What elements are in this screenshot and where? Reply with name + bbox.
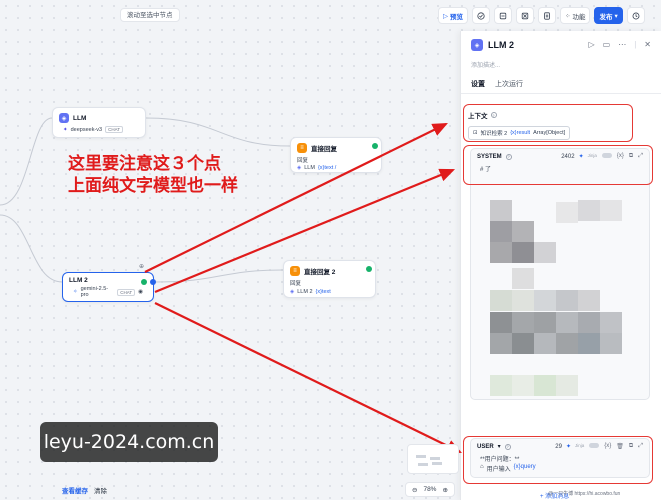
annotation-text: 这里要注意这３个点 上面纯文字模型也一样 bbox=[68, 154, 238, 196]
clear-link[interactable]: 清除 bbox=[94, 485, 107, 495]
view-cache-link[interactable]: 查看缓存 bbox=[62, 485, 88, 495]
zoom-in-icon[interactable]: ⊕ bbox=[442, 486, 447, 494]
site-credit: @一只牛博 https://hi.acowbo.fun bbox=[548, 491, 621, 497]
minimap[interactable] bbox=[407, 444, 459, 474]
zoom-level: 78% bbox=[423, 486, 437, 493]
zoom-control[interactable]: ⊖ 78% ⊕ bbox=[405, 482, 455, 497]
cache-controls: 查看缓存 清除 bbox=[62, 485, 107, 495]
watermark: leyu-2024.com.cn bbox=[40, 422, 218, 462]
zoom-out-icon[interactable]: ⊖ bbox=[412, 486, 417, 494]
